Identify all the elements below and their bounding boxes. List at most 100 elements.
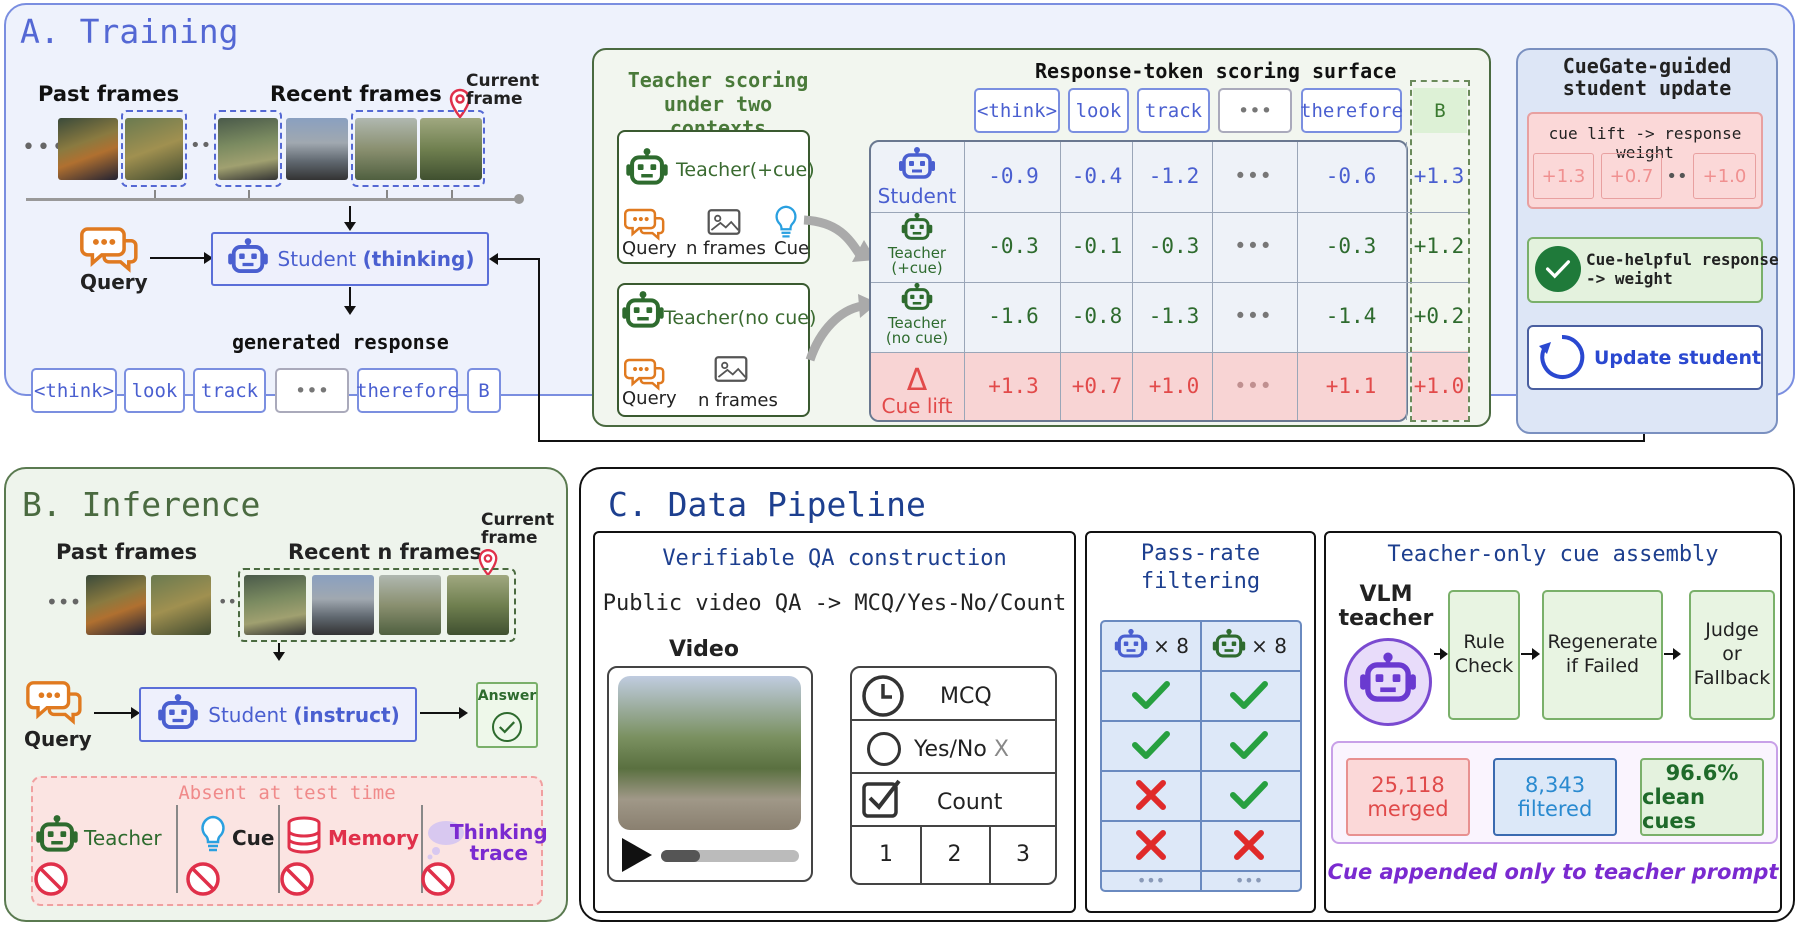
robot-icon [34, 814, 80, 860]
pass-count: × 8 [1153, 634, 1189, 658]
row-label-text: Cue lift [881, 394, 953, 418]
row-label-text: (no cue) [885, 329, 949, 347]
video-label: Video [669, 637, 739, 662]
surface-token-look: look [1068, 88, 1129, 133]
robot-icon [1113, 628, 1149, 664]
student-thinking-box[interactable]: Student (thinking) [211, 232, 489, 286]
query-chat-icon [26, 676, 84, 728]
count-option: 2 [947, 841, 962, 867]
grid-divider [1060, 142, 1061, 420]
current-frame-label: Current frame [481, 510, 555, 548]
robot-icon [1211, 628, 1247, 664]
robot-icon [897, 146, 937, 186]
answer-label: Answer [477, 688, 537, 704]
qa-subtitle: Public video QA -> MCQ/Yes-No/Count [602, 591, 1067, 616]
score-cell: -0.3 [1148, 234, 1200, 258]
token-ellipsis: ••• [275, 368, 349, 413]
qa-title: Verifiable QA construction [662, 546, 1007, 571]
video-frame [286, 118, 348, 180]
timeline-dots: •• [218, 592, 237, 611]
refresh-icon [1539, 334, 1585, 379]
regenerate-step: Regenerate if Failed [1542, 590, 1663, 720]
cross-icon [1102, 770, 1200, 820]
feedback-line [497, 258, 540, 260]
rule-check-step: Rule Check [1448, 590, 1520, 720]
b-score-cell: +1.3 [1413, 164, 1465, 188]
progress-fill [661, 850, 700, 862]
timeline-tick [386, 190, 388, 198]
arrow-head [344, 306, 356, 315]
b-score-cell: +0.2 [1413, 304, 1465, 328]
arrow-head [459, 707, 468, 719]
pass-ellipsis: ••• [1234, 870, 1264, 890]
vlm-teacher-label: VLM teacher [1338, 582, 1434, 632]
token-therefore: therefore [356, 368, 459, 413]
count-label: Count [937, 790, 1003, 815]
cross-icon [1200, 820, 1298, 870]
score-cell: -0.6 [1325, 164, 1377, 188]
timeline-tick [451, 190, 453, 198]
check-icon [1102, 720, 1200, 770]
checkbox-icon [862, 779, 901, 818]
token-b: B [467, 368, 501, 413]
video-frame [420, 118, 482, 180]
row-label: Δ Cue lift [871, 352, 963, 420]
score-cell: -0.9 [988, 164, 1039, 188]
query-label: Query [622, 388, 677, 409]
score-cell: -0.1 [1071, 234, 1123, 258]
video-frame [218, 118, 278, 180]
progress-bar[interactable] [661, 850, 799, 862]
check-icon [1102, 670, 1200, 720]
play-icon[interactable] [618, 836, 654, 874]
cue-assembly-title: Teacher-only cue assembly [1387, 542, 1719, 567]
grid-divider [964, 142, 965, 420]
score-cell: ••• [1234, 374, 1272, 398]
cross-icon [1102, 820, 1200, 870]
count-option: 3 [1016, 841, 1030, 867]
surface-title: Response-token scoring surface [1035, 59, 1397, 83]
score-cell: -0.8 [1071, 304, 1123, 328]
lightbulb-icon [198, 814, 228, 854]
generated-response-label: generated response [232, 330, 449, 354]
check-circle-icon [492, 712, 522, 742]
score-cell: ••• [1234, 164, 1272, 188]
score-cell: -1.4 [1325, 304, 1377, 328]
image-icon [706, 207, 742, 237]
score-cell: +1.3 [988, 374, 1039, 398]
student-instruct-box[interactable]: Student (instruct) [139, 687, 417, 742]
absent-cue-label: Cue [232, 826, 275, 850]
cuegate-title: CueGate-guided student update [1562, 54, 1732, 100]
divider [176, 805, 178, 893]
robot-icon [897, 282, 937, 316]
count-option: 1 [879, 841, 893, 867]
arrow [420, 712, 462, 714]
lift-chip: +0.7 [1601, 153, 1662, 199]
lift-chip: +1.0 [1693, 153, 1756, 199]
score-cell: -0.3 [988, 234, 1039, 258]
video-frame [125, 118, 183, 180]
recent-frames-label: Recent n frames [288, 540, 482, 564]
vlm-teacher-avatar [1344, 638, 1432, 726]
arrow-head [344, 222, 356, 231]
robot-icon [624, 147, 670, 193]
query-chat-icon [80, 222, 140, 276]
query-label: Query [24, 727, 92, 751]
video-frame [86, 575, 146, 635]
robot-icon [620, 290, 666, 336]
mcq-label: MCQ [940, 684, 992, 709]
timeline-dots: •• [190, 135, 212, 156]
timeline-line [26, 198, 520, 201]
ban-icon [279, 861, 315, 897]
grid-divider [1406, 142, 1407, 420]
robot-icon [226, 237, 270, 281]
feedback-line [538, 258, 540, 442]
teacher-cue-label: Teacher(+cue) [676, 159, 815, 181]
token-look: look [124, 368, 185, 413]
row-label: Teacher (no cue) [871, 282, 963, 350]
arrow-head [1532, 648, 1540, 660]
delta-icon: Δ [906, 363, 928, 398]
lift-chip: +1.3 [1533, 153, 1594, 199]
b-score-cell: +1.0 [1413, 374, 1465, 398]
pass-header: × 8 [1200, 622, 1298, 670]
past-frames-label: Past frames [38, 82, 180, 106]
